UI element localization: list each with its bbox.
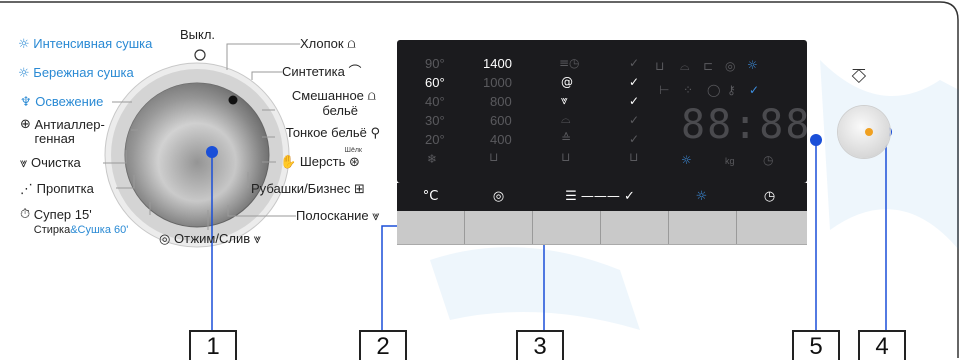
plus-circle-icon: ⊕ (20, 117, 31, 132)
check-4-icon: ✓ (629, 113, 640, 127)
callout-marker-display (810, 134, 822, 146)
temp-60: 60° (425, 75, 445, 90)
door-icon: ◯ (707, 83, 721, 97)
speed-1400: 1400 (483, 56, 512, 71)
refresh-icon: ♆ (20, 95, 32, 110)
program-impregnation[interactable]: ⋰ Пропитка (20, 182, 94, 197)
dial-indicator-dot (228, 95, 238, 105)
spin-key[interactable] (465, 211, 533, 244)
easy-iron-icon: ⌓ (561, 112, 571, 126)
kg-label: kg (725, 156, 735, 166)
wool-hand-icon: ✋ (280, 155, 297, 170)
spin-icon: ◎ (159, 232, 171, 247)
eco-perfect-icon[interactable]: @ (561, 75, 573, 89)
temp-30: 30° (425, 113, 445, 128)
time-key[interactable] (737, 211, 804, 244)
child-lock-icon: ⚷ (727, 83, 736, 97)
check-1-icon: ✓ (629, 56, 640, 70)
callout-3: 3 (516, 330, 564, 360)
start-pause-button[interactable] (838, 106, 890, 158)
check-6-icon: ⊔ (629, 150, 639, 164)
dry-indicator-icon: ☼ (681, 153, 692, 167)
delicate-icon: ⚲ (370, 126, 380, 141)
start-pause-icon: ⎏ (851, 66, 867, 88)
drum-status-icon: ◎ (725, 59, 736, 73)
speed-800: 800 (490, 94, 512, 109)
temperature-key[interactable] (397, 211, 465, 244)
callout-5: 5 (792, 330, 840, 360)
spin-status-icon: ⊏ (703, 59, 714, 73)
water-plus-icon: ≙ (561, 131, 572, 145)
tap-icon: ⊢ (659, 83, 670, 97)
impregnation-icon: ⋰ (20, 182, 33, 197)
lcd-display: 90° 60° 40° 30° 20° ❄ 1400 1000 800 600 … (397, 40, 809, 183)
option-key-b[interactable] (601, 211, 669, 244)
rinse-icon: ⩔ (372, 209, 380, 224)
program-intensive-dry[interactable]: ☼ Интенсивная сушка (18, 37, 152, 52)
program-gentle-dry[interactable]: ☼ Бережная сушка (18, 66, 134, 81)
options-button-label: ☰ ——— ✓ (565, 189, 635, 204)
no-spin-icon: ⊔ (489, 150, 499, 164)
sun-icon: ☼ (18, 66, 30, 81)
clock-indicator-icon: ◷ (763, 153, 774, 167)
rinse-status-icon: ⌓ (680, 59, 690, 73)
speed-1000: 1000 (483, 75, 512, 90)
time-segment-display: 88:88 (681, 102, 812, 148)
rinse-hold-icon: ⊔ (561, 150, 571, 164)
speed-perfect-icon: ≡◷ (559, 56, 580, 70)
dry-check-icon: ✓ (749, 83, 760, 97)
dry-key[interactable] (669, 211, 737, 244)
program-spin-drain[interactable]: ◎ Отжим/Слив ⩔ (159, 232, 261, 247)
program-rinse[interactable]: Полоскание ⩔ (296, 209, 380, 224)
check-5-icon: ✓ (629, 132, 640, 146)
mixed-icon: ⩍ (367, 89, 376, 104)
touch-keys (397, 211, 807, 245)
program-antiallergy[interactable]: ⊕ Антиаллер- генная (20, 118, 105, 146)
option-key-a[interactable] (533, 211, 601, 244)
prewash-icon[interactable]: ⩔ (561, 93, 568, 108)
temp-40: 40° (425, 94, 445, 109)
off-label: Выкл. (180, 27, 216, 42)
program-cotton[interactable]: Хлопок ⩍ (300, 37, 356, 52)
spin-button-label: ◎ (492, 189, 505, 204)
temp-20: 20° (425, 132, 445, 147)
callout-marker-dial (206, 146, 218, 158)
check-2-icon: ✓ (629, 75, 640, 89)
temp-button-label: °C (422, 189, 439, 204)
callout-1: 1 (189, 330, 237, 360)
program-wool[interactable]: ✋ Шерсть ⊛ (280, 155, 360, 170)
time-button-label: ◷ (763, 189, 776, 204)
drum-clean-icon: ⩔ (20, 156, 28, 171)
program-synthetic[interactable]: Синтетика ⌒ (282, 65, 362, 80)
sun-icon: ☼ (18, 37, 30, 52)
wash-status-icon: ⊔ (655, 59, 665, 73)
wool-icon: ⊛ (349, 155, 360, 170)
temp-90: 90° (425, 56, 445, 71)
speed-600: 600 (490, 113, 512, 128)
callout-2: 2 (359, 330, 407, 360)
dry-button-label: ☼ (695, 189, 708, 204)
timer-icon: ⏱ (20, 207, 31, 222)
drain-icon: ⩔ (253, 232, 262, 247)
program-super15[interactable]: ⏱ Супер 15' Стирка&Сушка 60' (20, 208, 128, 237)
speed-400: 400 (490, 132, 512, 147)
program-refresh[interactable]: ♆ Освежение (20, 95, 103, 110)
cold-icon: ❄ (427, 152, 438, 166)
cotton-icon: ⩍ (347, 37, 356, 52)
button-label-bar: °C ◎ ☰ ——— ✓ ☼ ◷ (397, 183, 807, 211)
shirt-icon: ⊞ (353, 182, 365, 197)
program-mixed[interactable]: Смешанное ⩍ бельё (276, 89, 376, 118)
dry-status-icon: ☼ (747, 58, 758, 72)
start-led-indicator (865, 128, 873, 136)
drum-clean-indicator-icon: ⁘ (683, 83, 694, 97)
program-clean[interactable]: ⩔ Очистка (20, 156, 81, 171)
program-shirts[interactable]: Рубашки/Бизнес ⊞ (251, 182, 365, 197)
callout-4: 4 (858, 330, 906, 360)
check-3-icon: ✓ (629, 94, 640, 108)
synthetic-icon: ⌒ (348, 65, 362, 80)
